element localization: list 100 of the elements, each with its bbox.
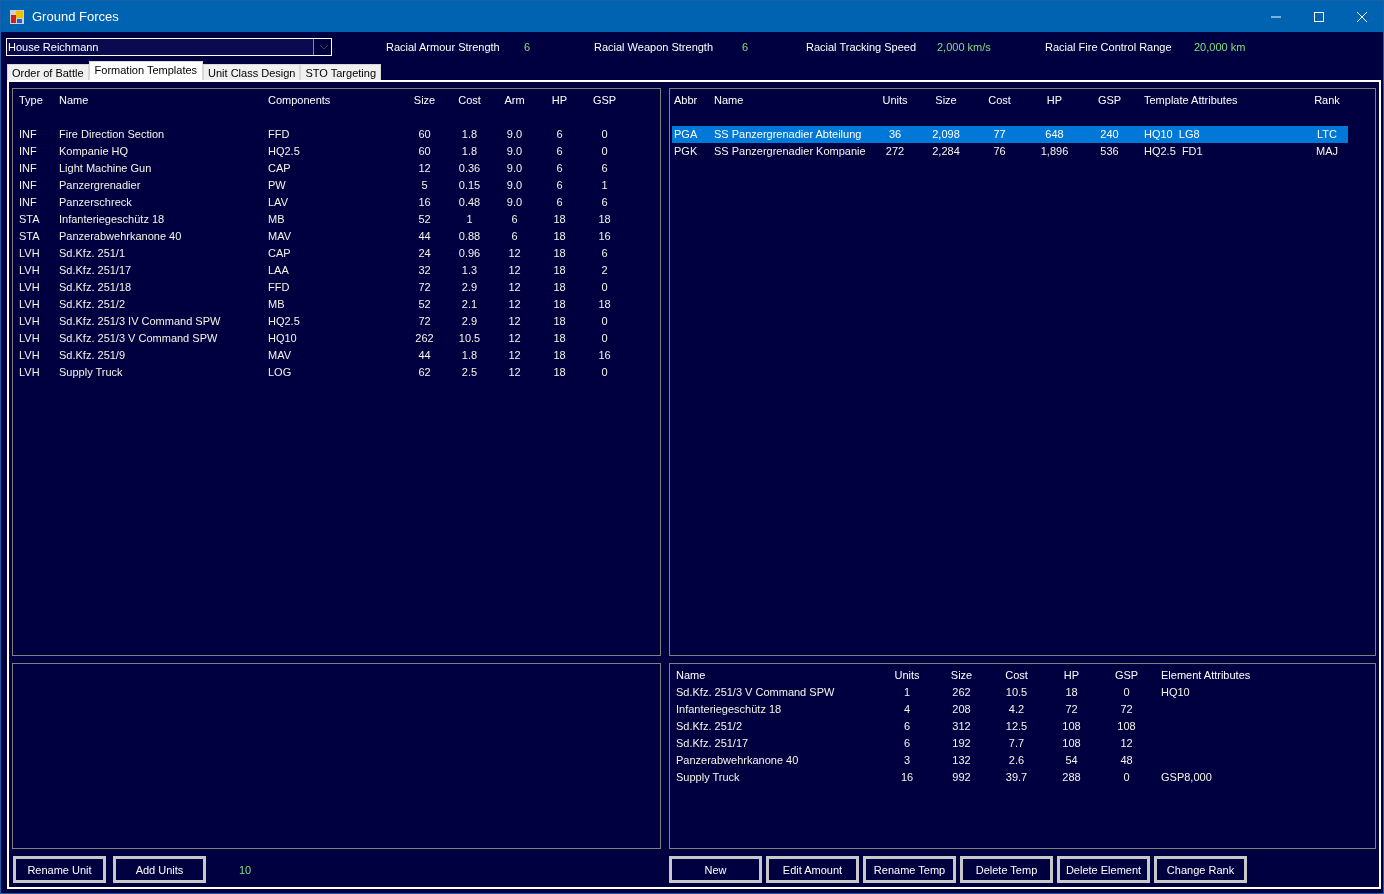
table-cell-text: FFD [268,280,291,295]
table-cell-text: 0.88 [457,229,482,244]
close-icon[interactable] [1356,10,1368,23]
unit-count: 10 [239,863,252,876]
table-cell-text: 24 [417,246,432,261]
stat-label: Racial Weapon Strength [594,41,715,53]
table-cell-text: 72 [417,314,432,329]
table-cell-text: 10.5 [457,331,482,346]
table-cell-text: 2 [600,263,609,278]
column-header: GSP [1113,668,1140,683]
table-cell-text: GSP8,000 [1160,770,1213,785]
table-cell-text: 9.0 [505,195,524,210]
table-cell-text: 12 [507,331,522,346]
table-cell-text: 6 [902,719,912,734]
action-button[interactable]: Edit Amount [766,856,859,883]
table-cell-text: 60 [417,127,432,142]
table-cell-text: 77 [992,127,1007,142]
table-cell-text: 272 [884,144,906,159]
table-cell-text: Kompanie HQ [59,144,130,159]
tab[interactable]: STO Targeting [300,64,381,80]
column-header: HP [1062,668,1081,683]
table-cell-text: LAV [268,195,289,210]
table-cell-text: 2,098 [931,127,961,142]
table-cell-text: HQ2.5 [268,144,301,159]
table-cell-text: 12.5 [1004,719,1029,734]
column-header: Size [934,93,958,108]
stat-value: 6 [742,41,749,53]
table-cell-text: Sd.Kfz. 251/2 [676,719,744,734]
tab[interactable]: Unit Class Design [203,64,301,80]
table-cell-text: 12 [507,314,522,329]
table-cell-text: INF [19,127,38,142]
table-cell-text: 7.7 [1007,736,1026,751]
tab[interactable]: Order of Battle [7,64,89,80]
action-button[interactable]: Add Units [113,856,206,883]
table-cell-text: 18 [552,297,567,312]
table-cell-text: Sd.Kfz. 251/17 [676,736,750,751]
table-cell-text: 18 [597,212,612,227]
table-cell-text: Sd.Kfz. 251/3 IV Command SPW [59,314,222,329]
table-cell-text: LVH [19,314,41,329]
table-cell-text: 6 [600,161,609,176]
table-cell-text: 6 [555,127,564,142]
table-cell-text: LOG [268,365,293,380]
action-button[interactable]: Delete Temp [960,856,1053,883]
table-cell-text: 6 [510,212,519,227]
table-cell-text: Sd.Kfz. 251/3 V Command SPW [59,331,219,346]
table-cell-text: SS Panzergrenadier Kompanie [714,144,867,159]
table-cell-text: 240 [1099,127,1120,142]
table-cell-text: PW [268,178,287,193]
column-header: Arm [503,93,526,108]
table-cell-text: MAV [268,348,293,363]
action-button[interactable]: Change Rank [1154,856,1247,883]
tab[interactable]: Formation Templates [88,61,204,80]
table-cell-text: HQ10 LG8 [1143,127,1201,142]
action-button[interactable]: Rename Temp [863,856,956,883]
column-header: Units [893,668,921,683]
table-cell-text: Infanteriegeschütz 18 [676,702,783,717]
table-cell-text: 0.96 [457,246,482,261]
table-cell-text: 6 [555,178,564,193]
column-header: Units [881,93,909,108]
stat-value: 6 [524,41,531,53]
table-cell-text: 39.7 [1004,770,1029,785]
table-cell-text: 18 [552,212,567,227]
table-cell-text: LVH [19,280,41,295]
action-button[interactable]: New [669,856,762,883]
table-cell-text: MAV [268,229,293,244]
table-cell-text: 3 [902,753,912,768]
table-cell-text: 18 [552,280,567,295]
column-header: Abbr [674,93,699,108]
table-cell-text: 18 [552,263,567,278]
table-cell-text: 52 [417,212,432,227]
maximize-icon[interactable] [1313,10,1325,23]
table-row[interactable]: PGA SS Panzergrenadier Abteilung 36 2,098 77 648 240 HQ10 LG8 LTC [672,126,1348,143]
table-cell-text: STA [19,229,41,244]
column-header: Name [676,668,707,683]
table-cell-text: 12 [507,263,522,278]
table-row[interactable]: PGK SS Panzergrenadier Kompanie 272 2,284 76 1,896 536 HQ2.5 FD1 MAJ [672,143,1348,160]
table-cell-text: 2.1 [460,297,479,312]
column-header: Size [412,93,437,108]
column-header: HP [1045,93,1064,108]
table-cell-text: 262 [414,331,435,346]
table-cell-text: Sd.Kfz. 251/18 [59,280,133,295]
table-cell-text: 12 [417,161,432,176]
table-cell-text: STA [19,212,41,227]
table-cell-text: 18 [552,246,567,261]
table-cell-text: INF [19,161,38,176]
action-button[interactable]: Delete Element [1057,856,1150,883]
stat-label: Racial Tracking Speed [806,41,918,53]
table-cell-text: Infanteriegeschütz 18 [59,212,166,227]
table-cell-text: 44 [417,348,432,363]
app-icon [10,9,24,24]
table-cell-text: 16 [597,229,612,244]
table-cell-text: 1.8 [460,127,479,142]
table-cell-text: 2,284 [931,144,961,159]
table-cell-text: 0 [600,280,609,295]
table-cell-text: 1 [600,178,609,193]
action-button[interactable]: Rename Unit [13,856,106,883]
stat-label: Racial Armour Strength [386,41,501,53]
column-header: Name [714,93,745,108]
table-cell-text: Panzergrenadier [59,178,142,193]
race-dropdown[interactable]: House Reichmann [6,38,332,56]
